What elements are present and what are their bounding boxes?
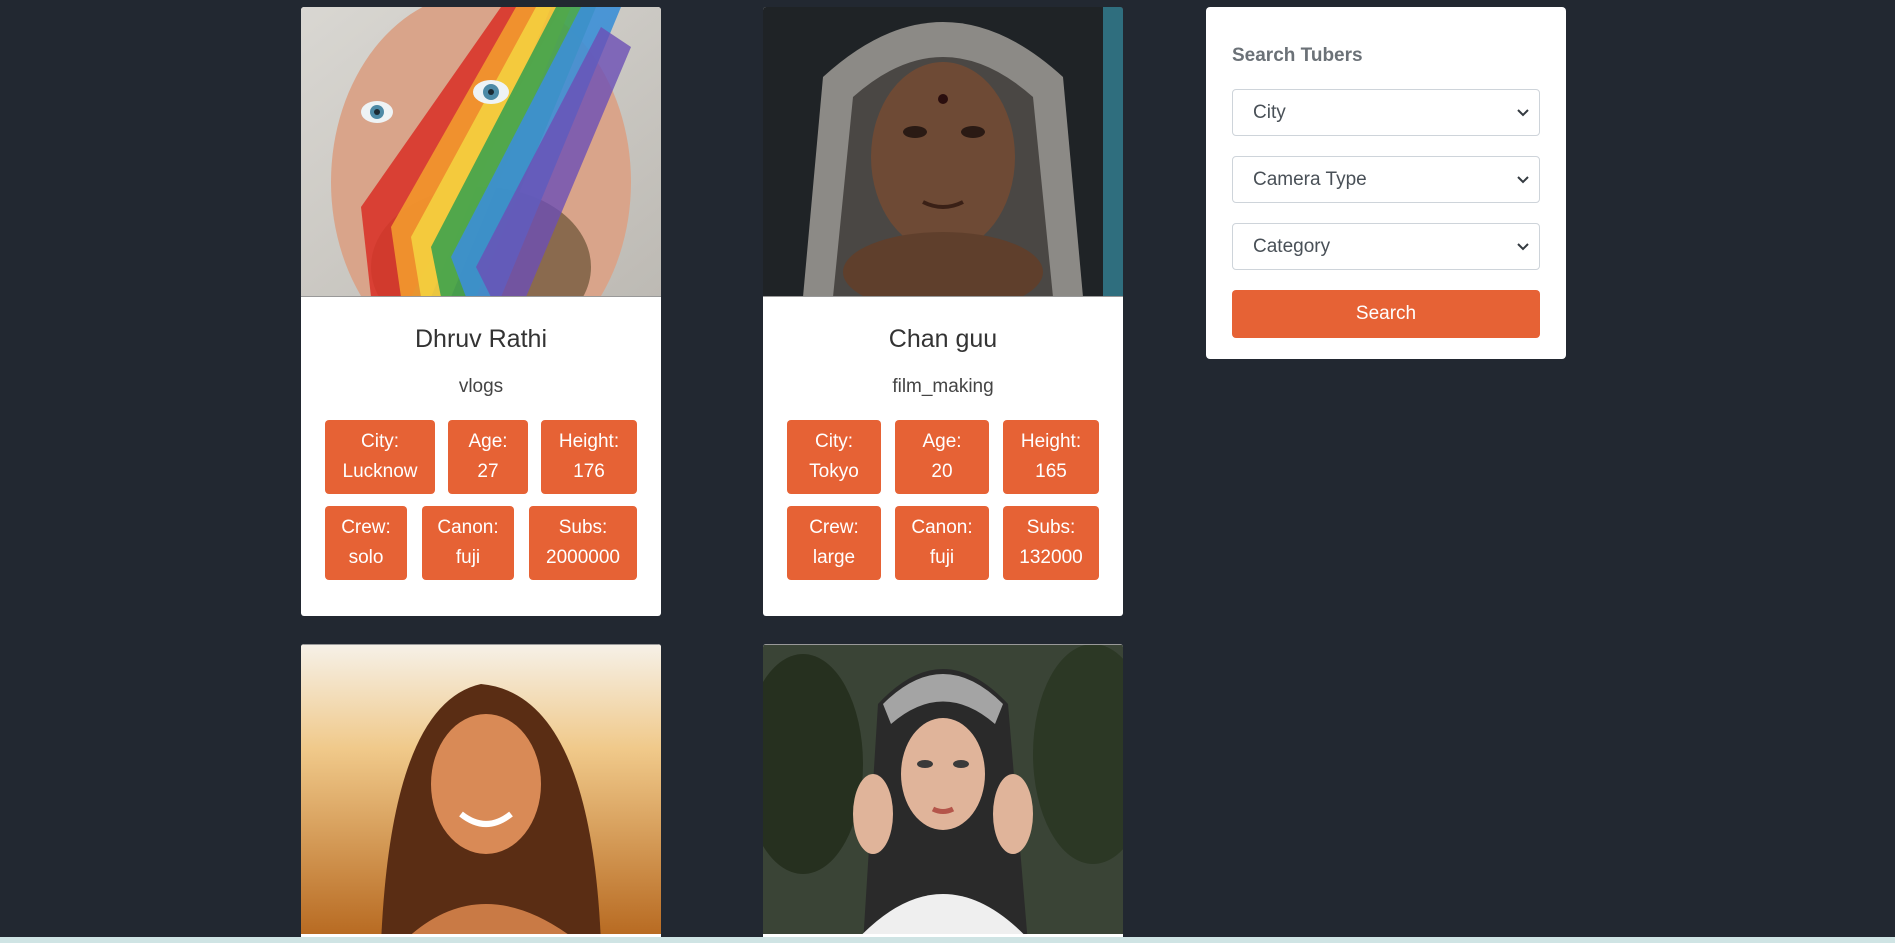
tuber-card-2[interactable]: Chan guu film_making City: Tokyo Age: 20…: [763, 7, 1123, 616]
height-tag-label: Height:: [558, 431, 620, 452]
tuber-name[interactable]: Chan guu: [787, 325, 1099, 354]
card-body: Chan guu film_making City: Tokyo Age: 20…: [763, 297, 1123, 616]
card-body: Dhruv Rathi vlogs City: Lucknow Age: 27 …: [301, 297, 661, 616]
tag-row-2: Crew: solo Canon: fuji Subs: 2000000: [325, 506, 637, 580]
portrait-image: [301, 644, 661, 934]
search-button[interactable]: Search: [1232, 290, 1540, 338]
age-tag-label: Age:: [922, 431, 962, 452]
page: Dhruv Rathi vlogs City: Lucknow Age: 27 …: [0, 0, 1895, 943]
tuber-category: vlogs: [458, 376, 504, 397]
tuber-name[interactable]: Dhruv Rathi: [325, 325, 637, 354]
age-tag-label: Age:: [468, 431, 508, 452]
tuber-card-1[interactable]: Dhruv Rathi vlogs City: Lucknow Age: 27 …: [301, 7, 661, 616]
city-tag-value: Lucknow: [342, 461, 418, 482]
height-tag: Height: 176: [541, 420, 637, 494]
tuber-photo-hooded-woman[interactable]: [763, 7, 1123, 297]
tuber-card-3[interactable]: [301, 644, 661, 943]
camera-type-select[interactable]: Camera Type: [1232, 156, 1540, 203]
category-select-value: Category: [1253, 235, 1331, 257]
height-tag-label: Height:: [1020, 431, 1082, 452]
age-tag: Age: 27: [448, 420, 528, 494]
city-select-value: City: [1253, 101, 1286, 123]
search-title: Search Tubers: [1232, 45, 1363, 66]
portrait-image: [763, 644, 1123, 934]
portrait-image: [301, 7, 661, 297]
tag-row-1: City: Lucknow Age: 27 Height: 176: [325, 420, 637, 494]
city-tag: City: Tokyo: [787, 420, 881, 494]
category-select[interactable]: Category: [1232, 223, 1540, 270]
camera-tag: Canon: fuji: [895, 506, 989, 580]
search-panel: Search Tubers City Camera Type Category …: [1206, 7, 1566, 359]
crew-tag-value: solo: [348, 547, 384, 568]
tuber-card-4[interactable]: [763, 644, 1123, 943]
height-tag-value: 165: [1035, 461, 1067, 482]
subs-tag: Subs: 2000000: [529, 506, 637, 580]
city-tag-label: City:: [361, 431, 399, 452]
crew-tag: Crew: large: [787, 506, 881, 580]
horizontal-scrollbar[interactable]: [0, 937, 1895, 943]
age-tag-value: 20: [931, 461, 953, 482]
tuber-category: film_making: [892, 376, 994, 397]
tuber-photo-sunlit-woman[interactable]: [301, 644, 661, 934]
camera-tag-label: Canon:: [437, 517, 499, 538]
subs-tag: Subs: 132000: [1003, 506, 1099, 580]
age-tag: Age: 20: [895, 420, 989, 494]
height-tag-value: 176: [573, 461, 605, 482]
crew-tag: Crew: solo: [325, 506, 407, 580]
city-tag-value: Tokyo: [809, 461, 859, 482]
tuber-photo-face-paint[interactable]: [301, 7, 661, 297]
height-tag: Height: 165: [1003, 420, 1099, 494]
tag-row-1: City: Tokyo Age: 20 Height: 165: [787, 420, 1099, 494]
camera-tag: Canon: fuji: [422, 506, 514, 580]
tag-row-2: Crew: large Canon: fuji Subs: 132000: [787, 506, 1099, 580]
subs-tag-value: 2000000: [546, 547, 620, 568]
crew-tag-label: Crew:: [809, 517, 859, 538]
city-tag-label: City:: [815, 431, 853, 452]
city-tag: City: Lucknow: [325, 420, 435, 494]
chevron-down-icon: [1517, 109, 1529, 117]
camera-tag-value: fuji: [455, 547, 481, 568]
subs-tag-value: 132000: [1019, 547, 1083, 568]
crew-tag-label: Crew:: [341, 517, 391, 538]
crew-tag-value: large: [812, 547, 856, 568]
tuber-photo-headscarf-woman[interactable]: [763, 644, 1123, 934]
age-tag-value: 27: [477, 461, 499, 482]
subs-tag-label: Subs:: [558, 517, 608, 538]
subs-tag-label: Subs:: [1026, 517, 1076, 538]
city-select[interactable]: City: [1232, 89, 1540, 136]
camera-tag-label: Canon:: [911, 517, 973, 538]
camera-type-select-value: Camera Type: [1253, 168, 1367, 190]
camera-tag-value: fuji: [929, 547, 955, 568]
portrait-image: [763, 7, 1123, 297]
chevron-down-icon: [1517, 176, 1529, 184]
chevron-down-icon: [1517, 243, 1529, 251]
